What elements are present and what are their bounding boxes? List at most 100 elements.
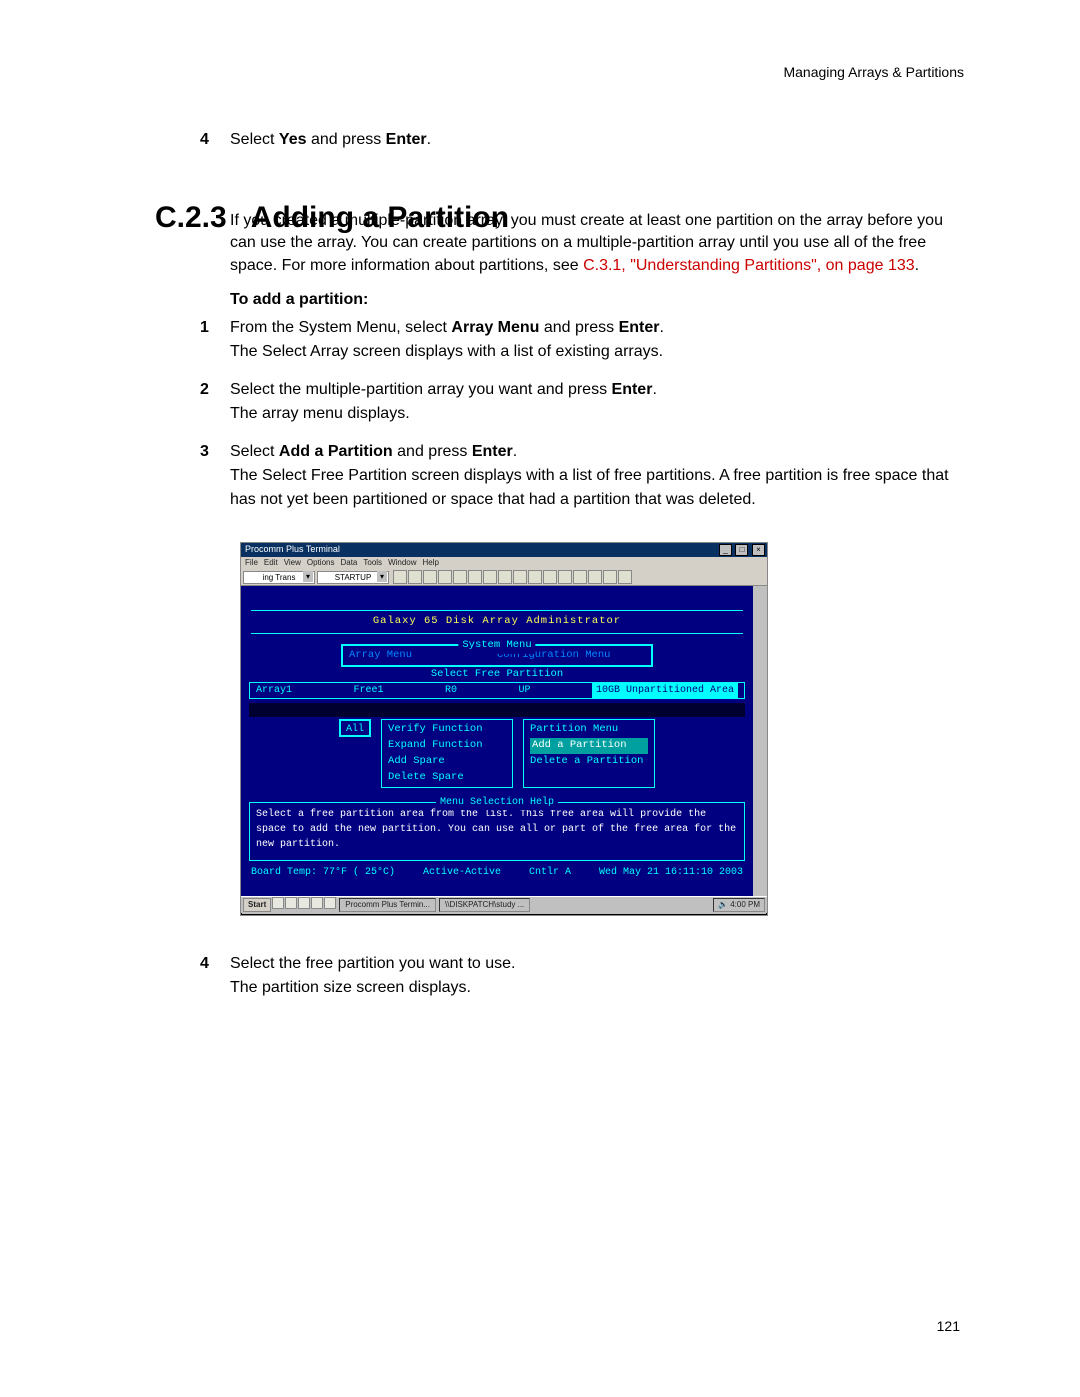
quick-launch xyxy=(271,897,336,913)
substep-text: The partition size screen displays. xyxy=(230,979,471,996)
menu-item[interactable]: Options xyxy=(307,557,335,569)
step-number: 4 xyxy=(200,128,209,152)
intro-paragraph: If you created a multiple-partition arra… xyxy=(230,210,960,277)
partition-menu-title: Partition Menu xyxy=(530,722,648,738)
menu-item[interactable]: View xyxy=(284,557,301,569)
cell-free: Free1 xyxy=(353,683,383,698)
text-bold: Array Menu xyxy=(451,319,539,336)
help-box: Menu Selection Help Select a free partit… xyxy=(249,802,745,861)
toolbar-icon[interactable] xyxy=(528,570,542,584)
all-box[interactable]: All xyxy=(339,719,371,737)
toolbar-icon[interactable] xyxy=(588,570,602,584)
system-menu-label: System Menu xyxy=(458,638,535,654)
text: and press xyxy=(393,443,472,460)
toolbar-icons xyxy=(393,570,632,584)
toolbar-dropdown[interactable]: STARTUP xyxy=(317,571,389,584)
ql-icon[interactable] xyxy=(285,897,297,909)
toolbar-dropdown[interactable]: ing Trans xyxy=(243,571,315,584)
menu-item[interactable]: Window xyxy=(388,557,416,569)
step-number: 3 xyxy=(200,440,209,464)
maximize-icon[interactable]: □ xyxy=(735,544,748,556)
toolbar-icon[interactable] xyxy=(438,570,452,584)
system-tray[interactable]: 🔊 4:00 PM xyxy=(713,898,765,912)
toolbar-icon[interactable] xyxy=(603,570,617,584)
ql-icon[interactable] xyxy=(311,897,323,909)
text: Select xyxy=(230,443,279,460)
text: Select xyxy=(230,131,279,148)
toolbar-icon[interactable] xyxy=(513,570,527,584)
close-icon[interactable]: × xyxy=(752,544,765,556)
menu-item[interactable]: Delete Spare xyxy=(388,770,506,786)
step-3: 3 Select Add a Partition and press Enter… xyxy=(230,440,960,512)
status-controller: Cntlr A xyxy=(529,865,571,880)
cell-raid: R0 xyxy=(445,683,457,698)
menu-item[interactable]: Verify Function xyxy=(388,722,506,738)
text-bold: Enter xyxy=(612,381,653,398)
text: . xyxy=(652,381,656,398)
help-text: Select a free partition area from the li… xyxy=(256,809,736,850)
toolbar-icon[interactable] xyxy=(483,570,497,584)
running-header: Managing Arrays & Partitions xyxy=(783,62,964,83)
window-menubar[interactable]: File Edit View Options Data Tools Window… xyxy=(241,557,767,569)
window-titlebar[interactable]: Procomm Plus Terminal _ □ × xyxy=(241,543,767,557)
text: . xyxy=(660,319,664,336)
select-free-partition-label: Select Free Partition xyxy=(427,668,567,680)
tray-icon[interactable]: 🔊 xyxy=(718,900,728,909)
toolbar-icon[interactable] xyxy=(543,570,557,584)
toolbar-icon[interactable] xyxy=(393,570,407,584)
subheading: To add a partition: xyxy=(230,288,368,312)
menu-item[interactable]: File xyxy=(245,557,258,569)
toolbar-icon[interactable] xyxy=(618,570,632,584)
partition-menu: Partition Menu Add a Partition Delete a … xyxy=(523,719,655,788)
step-4: 4 Select the free partition you want to … xyxy=(230,952,930,1000)
terminal-screenshot: Procomm Plus Terminal _ □ × File Edit Vi… xyxy=(240,542,768,916)
function-menu: Verify Function Expand Function Add Spar… xyxy=(381,719,513,788)
toolbar-icon[interactable] xyxy=(423,570,437,584)
substep-text: The array menu displays. xyxy=(230,405,410,422)
status-line: Board Temp: 77°F ( 25°C) Active-Active C… xyxy=(241,865,753,880)
taskbar-task[interactable]: \\DISKPATCH\study ... xyxy=(439,898,530,912)
menu-item[interactable]: Help xyxy=(423,557,439,569)
ql-icon[interactable] xyxy=(298,897,310,909)
cell-status: UP xyxy=(518,683,530,698)
page-number: 121 xyxy=(937,1316,960,1337)
toolbar-icon[interactable] xyxy=(453,570,467,584)
text: Select the free partition you want to us… xyxy=(230,955,516,972)
step-number: 1 xyxy=(200,316,209,340)
text: . xyxy=(513,443,517,460)
cross-reference-link[interactable]: C.3.1, "Understanding Partitions", on pa… xyxy=(583,257,915,274)
menu-item[interactable]: Add Spare xyxy=(388,754,506,770)
tray-clock: 4:00 PM xyxy=(730,900,760,909)
menu-item[interactable]: Edit xyxy=(264,557,278,569)
menu-item[interactable]: Tools xyxy=(363,557,382,569)
taskbar[interactable]: Start Procomm Plus Termin... \\DISKPATCH… xyxy=(241,896,767,913)
text-bold: Yes xyxy=(279,131,307,148)
window-title: Procomm Plus Terminal xyxy=(245,543,340,557)
text-bold: Add a Partition xyxy=(279,443,393,460)
text: Select the multiple-partition array you … xyxy=(230,381,612,398)
menu-item[interactable]: Expand Function xyxy=(388,738,506,754)
toolbar-icon[interactable] xyxy=(573,570,587,584)
step-number: 2 xyxy=(200,378,209,402)
step-1: 1 From the System Menu, select Array Men… xyxy=(230,316,960,364)
toolbar-icon[interactable] xyxy=(558,570,572,584)
step-number: 4 xyxy=(200,952,209,976)
text-bold: Enter xyxy=(472,443,513,460)
menu-item[interactable]: Data xyxy=(340,557,357,569)
partition-row[interactable]: Array1 Free1 R0 UP 10GB Unpartitioned Ar… xyxy=(249,682,745,699)
terminal-area: Galaxy 65 Disk Array Administrator Syste… xyxy=(241,586,767,896)
minimize-icon[interactable]: _ xyxy=(719,544,732,556)
toolbar-icon[interactable] xyxy=(408,570,422,584)
ql-icon[interactable] xyxy=(272,897,284,909)
substep-text: The Select Free Partition screen display… xyxy=(230,467,949,508)
status-mode: Active-Active xyxy=(423,865,501,880)
start-button[interactable]: Start xyxy=(243,898,271,912)
menu-item[interactable]: Delete a Partition xyxy=(530,754,648,770)
ql-icon[interactable] xyxy=(324,897,336,909)
menu-item-selected[interactable]: Add a Partition xyxy=(530,738,648,754)
taskbar-task[interactable]: Procomm Plus Termin... xyxy=(339,898,436,912)
toolbar-icon[interactable] xyxy=(468,570,482,584)
toolbar-icon[interactable] xyxy=(498,570,512,584)
substep-text: The Select Array screen displays with a … xyxy=(230,343,663,360)
text: and press xyxy=(307,131,386,148)
